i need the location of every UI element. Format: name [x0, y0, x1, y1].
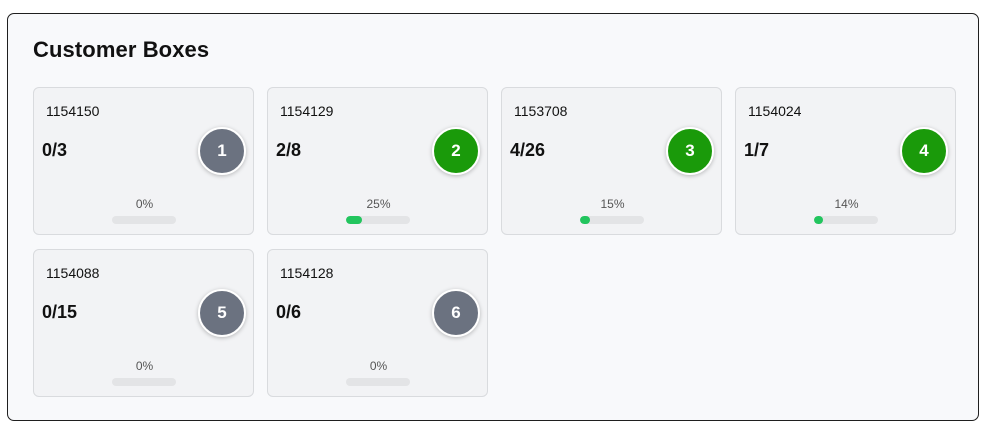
- box-id: 1154088: [46, 265, 100, 281]
- box-card[interactable]: 1154128 0/6 6 0%: [267, 249, 488, 397]
- progress-percent: 14%: [834, 197, 859, 211]
- box-id: 1154129: [280, 103, 334, 119]
- box-id: 1153708: [514, 103, 568, 119]
- progress-percent: 25%: [366, 197, 391, 211]
- progress-bar: [346, 378, 410, 386]
- box-number-badge: 5: [198, 289, 246, 337]
- box-number-badge: 1: [198, 127, 246, 175]
- box-count: 0/3: [42, 140, 68, 160]
- progress-fill: [814, 216, 823, 224]
- customer-boxes-panel: Customer Boxes 1154150 0/3 1 0% 1154129 …: [7, 13, 979, 421]
- box-card[interactable]: 1153708 4/26 3 15%: [501, 87, 722, 235]
- progress-bar: [112, 378, 176, 386]
- box-id: 1154024: [748, 103, 802, 119]
- progress-percent: 0%: [135, 359, 154, 373]
- progress-bar: [580, 216, 644, 224]
- progress-bar: [814, 216, 878, 224]
- box-number-badge: 3: [666, 127, 714, 175]
- box-card[interactable]: 1154150 0/3 1 0%: [33, 87, 254, 235]
- box-count: 0/6: [276, 302, 302, 322]
- progress-fill: [580, 216, 590, 224]
- box-count: 1/7: [744, 140, 770, 160]
- page-title: Customer Boxes: [33, 37, 210, 62]
- progress-fill: [346, 216, 362, 224]
- progress-percent: 0%: [369, 359, 388, 373]
- box-count: 0/15: [42, 302, 78, 322]
- box-number-badge: 4: [900, 127, 948, 175]
- box-card[interactable]: 1154024 1/7 4 14%: [735, 87, 956, 235]
- box-card[interactable]: 1154088 0/15 5 0%: [33, 249, 254, 397]
- progress-percent: 0%: [135, 197, 154, 211]
- progress-bar: [112, 216, 176, 224]
- box-card[interactable]: 1154129 2/8 2 25%: [267, 87, 488, 235]
- box-number-badge: 6: [432, 289, 480, 337]
- progress-bar: [346, 216, 410, 224]
- box-count: 4/26: [510, 140, 546, 160]
- box-count: 2/8: [276, 140, 302, 160]
- box-id: 1154150: [46, 103, 100, 119]
- box-id: 1154128: [280, 265, 334, 281]
- progress-percent: 15%: [600, 197, 625, 211]
- box-number-badge: 2: [432, 127, 480, 175]
